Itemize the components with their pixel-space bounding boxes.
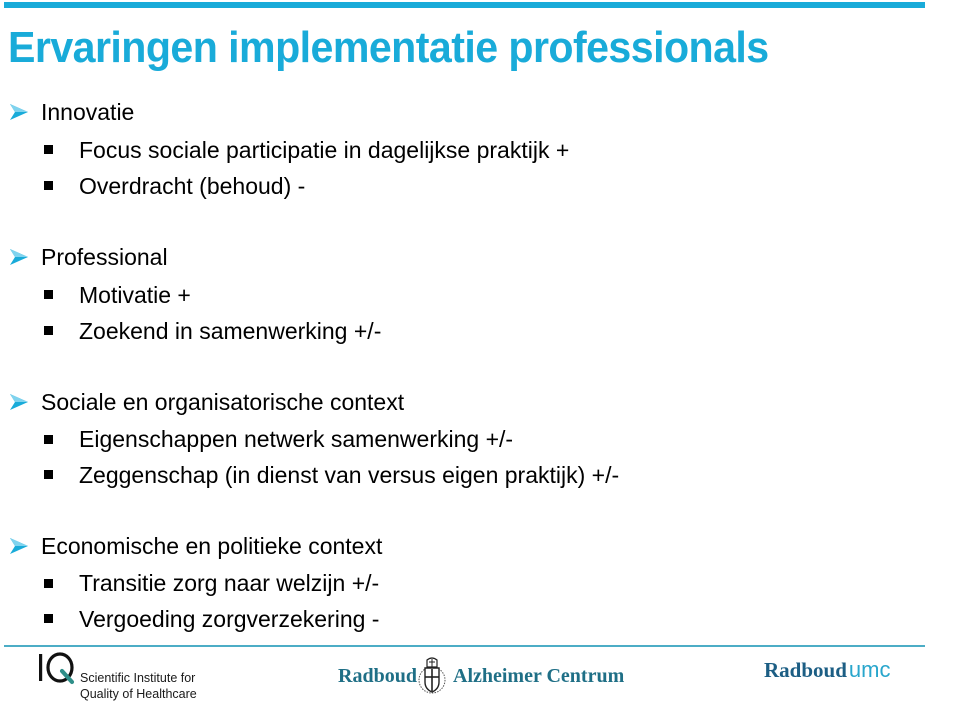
section-heading-sociale-context: Sociale en organisatorische context: [41, 389, 405, 415]
square-bullet-icon: [44, 290, 53, 299]
list-item: Vergoeding zorgverzekering -: [79, 606, 380, 632]
square-bullet-icon: [44, 470, 53, 479]
square-bullet-icon: [44, 579, 53, 588]
square-bullet-icon: [44, 435, 53, 444]
section-heading-professional: Professional: [41, 244, 168, 270]
university-crest-icon: [418, 657, 446, 694]
radboudumc-part1: Radboud: [764, 658, 847, 682]
list-item: Zoekend in samenwerking +/-: [79, 318, 382, 344]
iq-logo-text: Scientific Institute for Quality of Heal…: [80, 670, 197, 702]
section-heading-innovatie: Innovatie: [41, 99, 135, 125]
iq-logo-icon: [39, 652, 75, 685]
radboudumc-part2: umc: [848, 657, 891, 682]
list-item: Focus sociale participatie in dagelijkse…: [79, 137, 570, 163]
slide-content: Innovatie Focus sociale participatie in …: [0, 0, 960, 640]
square-bullet-icon: [44, 181, 53, 190]
radboudumc-logo: Radboudumc: [764, 657, 890, 683]
list-item: Zeggenschap (in dienst van versus eigen …: [79, 462, 620, 488]
square-bullet-icon: [44, 145, 53, 154]
list-item: Eigenschappen netwerk samenwerking +/-: [79, 426, 514, 452]
arrow-bullet-icon: [10, 104, 28, 120]
iq-logo-line1: Scientific Institute for: [80, 671, 196, 685]
radboud-alzheimer-word2: Alzheimer Centrum: [453, 665, 625, 687]
list-item: Motivatie +: [79, 282, 191, 308]
list-item: Overdracht (behoud) -: [79, 173, 306, 199]
arrow-bullet-icon: [10, 249, 28, 265]
iq-logo-line2: Quality of Healthcare: [80, 687, 197, 701]
arrow-bullet-icon: [10, 394, 28, 410]
square-bullet-icon: [44, 614, 53, 623]
square-bullet-icon: [44, 326, 53, 335]
arrow-bullet-icon: [10, 538, 28, 554]
section-heading-economische-context: Economische en politieke context: [41, 533, 383, 559]
radboud-alzheimer-word1: Radboud: [338, 665, 417, 687]
list-item: Transitie zorg naar welzijn +/-: [79, 570, 380, 596]
footer-divider: [4, 645, 925, 647]
